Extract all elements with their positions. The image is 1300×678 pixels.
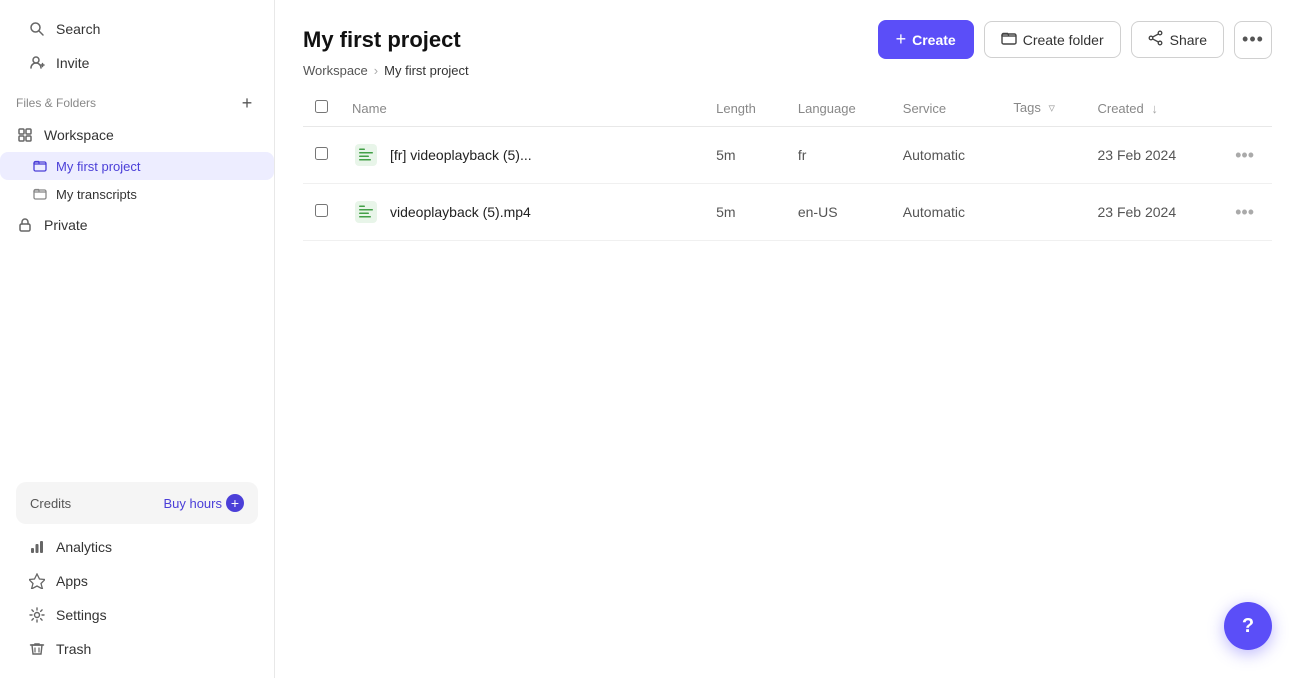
- sidebar-item-apps[interactable]: Apps: [12, 564, 262, 598]
- sort-icon: ↓: [1151, 101, 1158, 116]
- sidebar-item-invite[interactable]: Invite: [12, 46, 262, 80]
- credits-box: Credits Buy hours +: [16, 482, 258, 524]
- add-files-button[interactable]: +: [236, 92, 258, 114]
- apps-label: Apps: [56, 573, 88, 589]
- files-table: Name Length Language Service Tags ▿: [303, 90, 1272, 241]
- more-options-button[interactable]: •••: [1234, 21, 1272, 59]
- chat-icon: ?: [1242, 615, 1254, 638]
- breadcrumb: Workspace › My first project: [303, 63, 1272, 90]
- row-created: 23 Feb 2024: [1085, 127, 1217, 184]
- row-menu-cell[interactable]: •••: [1217, 184, 1272, 241]
- row-length: 5m: [704, 127, 786, 184]
- col-length[interactable]: Length: [704, 90, 786, 127]
- trash-icon: [28, 640, 46, 658]
- my-first-project-label: My first project: [56, 159, 141, 174]
- chat-fab-button[interactable]: ?: [1224, 602, 1272, 650]
- more-icon: •••: [1242, 29, 1264, 50]
- select-all-checkbox[interactable]: [315, 100, 328, 113]
- private-label: Private: [44, 217, 88, 233]
- workspace-label: Workspace: [44, 127, 114, 143]
- sidebar-item-search[interactable]: Search: [12, 12, 262, 46]
- files-table-wrapper: Name Length Language Service Tags ▿: [275, 90, 1300, 678]
- sidebar-item-settings[interactable]: Settings: [12, 598, 262, 632]
- settings-icon: [28, 606, 46, 624]
- row-checkbox-cell[interactable]: [303, 184, 340, 241]
- plus-circle-icon: +: [226, 494, 244, 512]
- my-transcripts-label: My transcripts: [56, 187, 137, 202]
- folder-project-icon: [32, 158, 48, 174]
- private-icon: [16, 216, 34, 234]
- share-button[interactable]: Share: [1131, 21, 1224, 58]
- row-menu-button[interactable]: •••: [1229, 143, 1260, 168]
- file-type-icon: [352, 141, 380, 169]
- folder-transcripts-icon: [32, 186, 48, 202]
- buy-hours-button[interactable]: Buy hours +: [163, 494, 244, 512]
- col-created[interactable]: Created ↓: [1085, 90, 1217, 127]
- row-created: 23 Feb 2024: [1085, 184, 1217, 241]
- row-length: 5m: [704, 184, 786, 241]
- row-name-cell: [fr] videoplayback (5)...: [340, 127, 704, 184]
- create-folder-button[interactable]: Create folder: [984, 21, 1121, 58]
- header-actions: + Create Create folder Share •••: [878, 20, 1272, 59]
- settings-label: Settings: [56, 607, 107, 623]
- analytics-label: Analytics: [56, 539, 112, 555]
- sidebar-item-analytics[interactable]: Analytics: [12, 530, 262, 564]
- filter-icon: ▿: [1048, 100, 1055, 115]
- row-menu-cell[interactable]: •••: [1217, 127, 1272, 184]
- col-service[interactable]: Service: [891, 90, 1002, 127]
- breadcrumb-separator: ›: [374, 63, 378, 78]
- col-actions: [1217, 90, 1272, 127]
- row-checkbox[interactable]: [315, 204, 328, 217]
- select-all-header[interactable]: [303, 90, 340, 127]
- invite-icon: [28, 54, 46, 72]
- sidebar-item-trash[interactable]: Trash: [12, 632, 262, 666]
- col-name[interactable]: Name: [340, 90, 704, 127]
- credits-label: Credits: [30, 496, 71, 511]
- share-icon: [1148, 30, 1164, 49]
- sidebar: Search Invite Files & Folders + Workspac…: [0, 0, 275, 678]
- row-service: Automatic: [891, 127, 1002, 184]
- col-tags[interactable]: Tags ▿: [1001, 90, 1085, 127]
- page-header: My first project + Create Create folder: [275, 0, 1300, 90]
- row-menu-button[interactable]: •••: [1229, 200, 1260, 225]
- row-language: fr: [786, 127, 891, 184]
- main-content: My first project + Create Create folder: [275, 0, 1300, 678]
- file-type-icon: [352, 198, 380, 226]
- sidebar-item-my-first-project[interactable]: My first project: [0, 152, 274, 180]
- row-file-name: [fr] videoplayback (5)...: [390, 147, 532, 163]
- sidebar-item-my-transcripts[interactable]: My transcripts: [0, 180, 274, 208]
- sidebar-search-label: Search: [56, 21, 100, 37]
- sidebar-item-workspace[interactable]: Workspace: [0, 118, 274, 152]
- table-header-row: Name Length Language Service Tags ▿: [303, 90, 1272, 127]
- table-body: [fr] videoplayback (5)... 5m fr Automati…: [303, 127, 1272, 241]
- row-checkbox-cell[interactable]: [303, 127, 340, 184]
- sidebar-invite-label: Invite: [56, 55, 89, 71]
- breadcrumb-workspace[interactable]: Workspace: [303, 63, 368, 78]
- create-button[interactable]: + Create: [878, 20, 974, 59]
- row-checkbox[interactable]: [315, 147, 328, 160]
- analytics-icon: [28, 538, 46, 556]
- workspace-icon: [16, 126, 34, 144]
- row-file-name: videoplayback (5).mp4: [390, 204, 531, 220]
- row-tags: [1001, 184, 1085, 241]
- col-language[interactable]: Language: [786, 90, 891, 127]
- files-folders-section: Files & Folders +: [0, 80, 274, 118]
- sidebar-item-private[interactable]: Private: [0, 208, 274, 242]
- breadcrumb-current: My first project: [384, 63, 469, 78]
- create-folder-icon: [1001, 30, 1017, 49]
- row-tags: [1001, 127, 1085, 184]
- apps-icon: [28, 572, 46, 590]
- search-icon: [28, 20, 46, 38]
- table-row: [fr] videoplayback (5)... 5m fr Automati…: [303, 127, 1272, 184]
- trash-label: Trash: [56, 641, 91, 657]
- page-title: My first project: [303, 27, 461, 53]
- row-name-cell: videoplayback (5).mp4: [340, 184, 704, 241]
- create-plus-icon: +: [896, 29, 907, 50]
- buy-hours-label: Buy hours: [163, 496, 222, 511]
- row-language: en-US: [786, 184, 891, 241]
- table-row: videoplayback (5).mp4 5m en-US Automatic…: [303, 184, 1272, 241]
- row-service: Automatic: [891, 184, 1002, 241]
